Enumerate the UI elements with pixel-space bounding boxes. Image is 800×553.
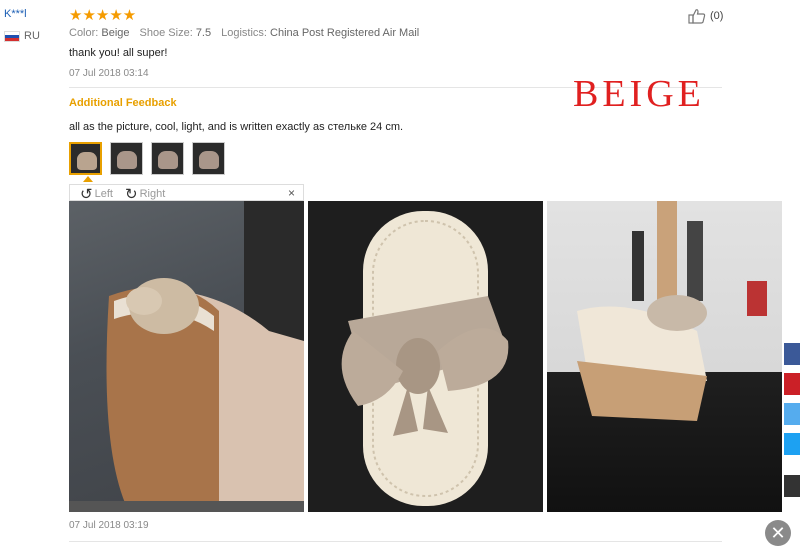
thumbnail-1[interactable] xyxy=(69,142,102,175)
more-share-button[interactable] xyxy=(784,475,800,497)
additional-feedback-date: 07 Jul 2018 03:19 xyxy=(69,520,149,531)
order-meta: Color: Beige Shoe Size: 7.5 Logistics: C… xyxy=(69,27,419,39)
reviewer-name[interactable]: K***l xyxy=(4,8,27,20)
photo-thumbnails xyxy=(69,142,225,175)
sandal-on-foot-image xyxy=(69,201,304,512)
review-photo-1[interactable] xyxy=(69,201,304,512)
size-value: 7.5 xyxy=(195,27,212,39)
review-photo-2[interactable] xyxy=(308,201,543,512)
pinterest-share-button[interactable] xyxy=(784,373,800,395)
country-code: RU xyxy=(24,30,40,42)
size-label: Shoe Size: xyxy=(139,27,193,39)
like-count: (0) xyxy=(710,10,724,22)
additional-feedback-heading: Additional Feedback xyxy=(69,97,177,109)
logistics-value: China Post Registered Air Mail xyxy=(270,27,420,39)
star-rating: ★★★★★ xyxy=(69,7,137,24)
thumbs-up-icon xyxy=(688,9,706,24)
logistics-label: Logistics: xyxy=(221,27,267,39)
review-photo-3[interactable] xyxy=(547,201,782,512)
vk-share-button[interactable] xyxy=(784,403,800,425)
close-icon[interactable]: ✕ xyxy=(765,520,791,546)
bottom-divider xyxy=(69,541,722,542)
flag-icon xyxy=(4,30,20,42)
selected-thumbnail-caret xyxy=(83,176,93,182)
rotate-left-label: Left xyxy=(94,188,113,200)
twitter-share-button[interactable] xyxy=(784,433,800,455)
color-label: Color: xyxy=(69,27,99,39)
color-overlay-label: BEIGE xyxy=(573,73,705,115)
sandal-top-view-image xyxy=(308,201,543,512)
thumbnail-3[interactable] xyxy=(151,142,184,175)
close-viewer-button[interactable]: × xyxy=(288,186,295,200)
additional-feedback-text: all as the picture, cool, light, and is … xyxy=(69,121,404,133)
thumbnail-4[interactable] xyxy=(192,142,225,175)
sandal-on-table-image xyxy=(577,201,767,421)
color-value: Beige xyxy=(101,27,130,39)
facebook-share-button[interactable] xyxy=(784,343,800,365)
helpful-button[interactable]: (0) xyxy=(688,8,723,24)
thumbnail-2[interactable] xyxy=(110,142,143,175)
review-date: 07 Jul 2018 03:14 xyxy=(69,68,149,79)
review-text: thank you! all super! xyxy=(69,47,168,59)
rotate-right-label: Right xyxy=(139,188,166,200)
photo-viewer-toolbar: ↺ Left ↻ Right × xyxy=(69,184,304,203)
reviewer-country: RU xyxy=(4,30,40,42)
